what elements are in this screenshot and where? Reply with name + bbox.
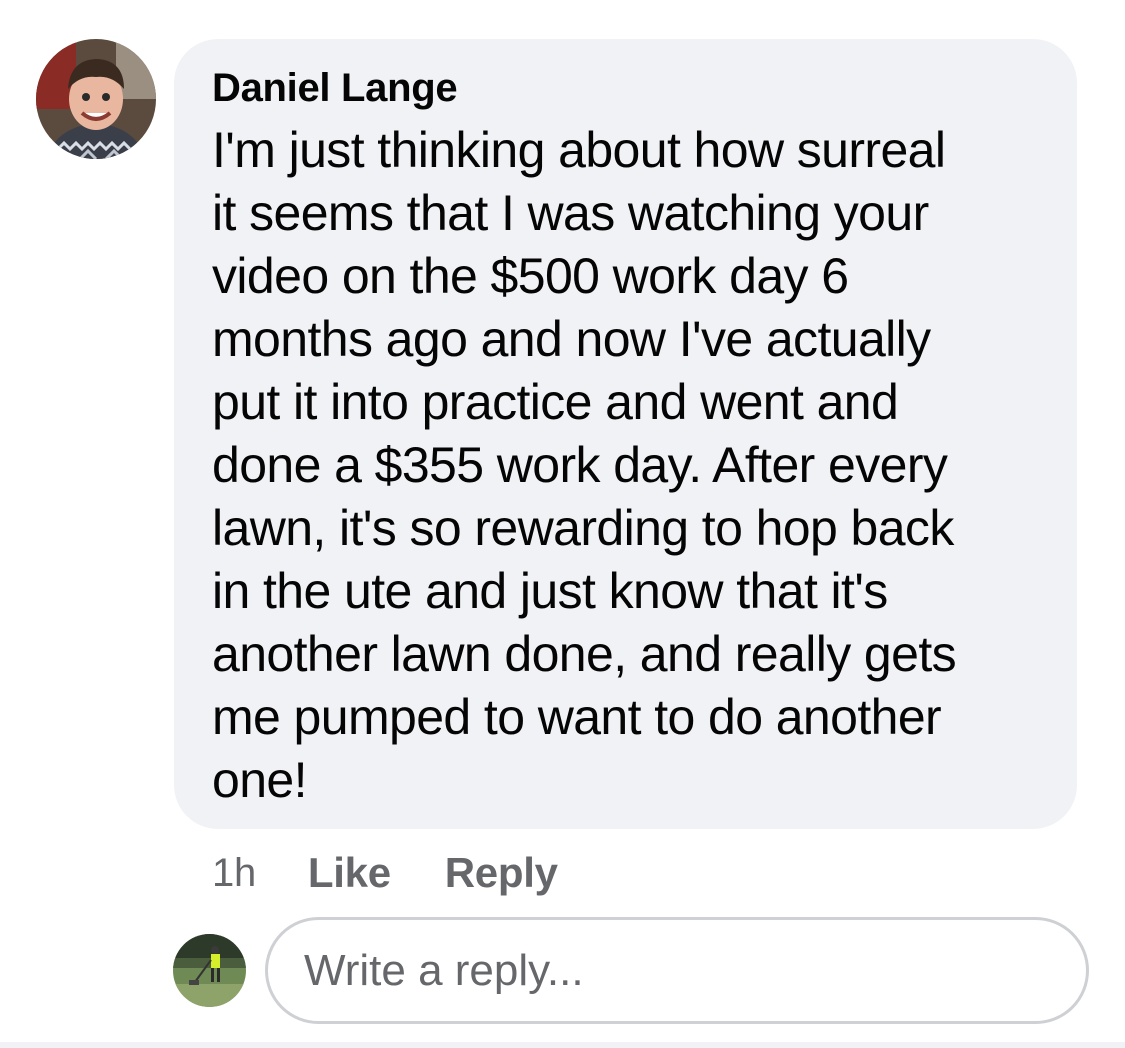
comment-text-line: it seems that I was watching your [212, 185, 929, 241]
comment-author-name[interactable]: Daniel Lange [212, 63, 1047, 113]
comment-text-line: months ago and now I've actually [212, 311, 931, 367]
commenter-avatar[interactable] [36, 39, 156, 159]
reply-box[interactable] [265, 917, 1089, 1024]
comment-text-line: video on the $500 work day 6 [212, 248, 849, 304]
comment-text-line: I'm just thinking about how surreal [212, 122, 946, 178]
comment-text-line: done a $355 work day. After every [212, 437, 948, 493]
comment-body: I'm just thinking about how surreal it s… [212, 119, 1047, 812]
comment-text-line: me pumped to want to do another [212, 689, 942, 745]
comment-text-line: in the ute and just know that it's [212, 563, 888, 619]
like-button[interactable]: Like [308, 849, 391, 897]
comment-timestamp[interactable]: 1h [212, 851, 256, 896]
comment-text-line: lawn, it's so rewarding to hop back [212, 500, 954, 556]
comment-bubble: Daniel Lange I'm just thinking about how… [174, 39, 1077, 829]
reply-button[interactable]: Reply [445, 849, 558, 897]
comment-text-line: one! [212, 752, 308, 808]
comment-text-line: another lawn done, and really gets [212, 626, 957, 682]
current-user-avatar[interactable] [173, 934, 246, 1007]
bottom-divider [0, 1042, 1125, 1048]
reply-input[interactable] [304, 945, 1086, 996]
comment-actions: 1h Like Reply [212, 848, 558, 898]
comment-text-line: put it into practice and went and [212, 374, 899, 430]
